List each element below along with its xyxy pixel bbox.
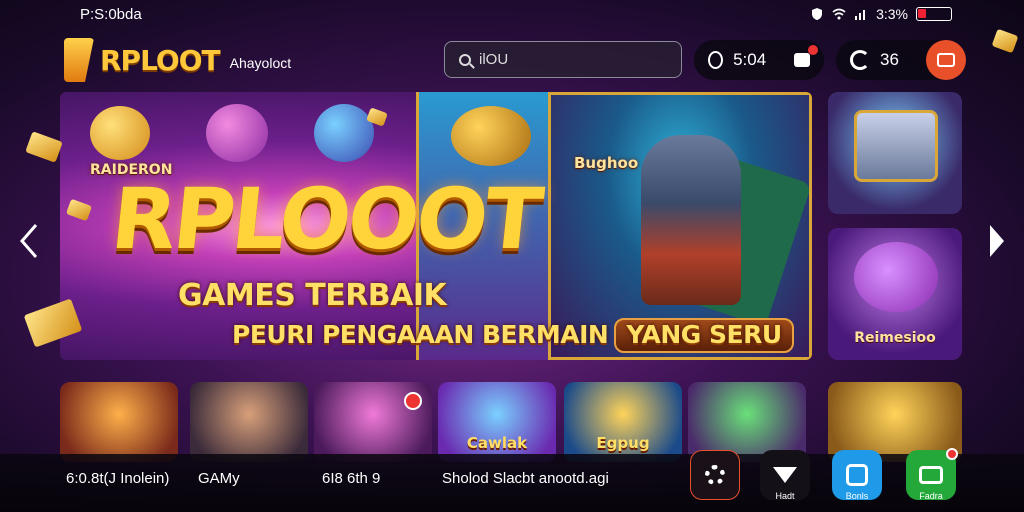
hero-banner[interactable]: RAIDERON Bughoo RPLOOOT GAMES TERBAIK PE… — [60, 92, 812, 360]
play-caption: Hadt — [775, 491, 795, 501]
bottom-text[interactable]: 6I8 6th 9 — [322, 470, 380, 487]
status-time: P:S:0bda — [80, 6, 142, 23]
gold-bar-icon — [991, 28, 1019, 54]
game-tile[interactable]: Cawlak — [438, 382, 556, 462]
side-card-treasure[interactable] — [828, 92, 962, 214]
battery-icon — [916, 7, 952, 21]
app-logo[interactable]: RPLOOT Ahayoloct — [64, 38, 291, 82]
refresh-count: 36 — [880, 50, 899, 69]
logo-subtitle: Ahayoloct — [229, 55, 292, 71]
bottom-text[interactable]: GAMy — [198, 470, 240, 487]
coin-icon — [708, 51, 724, 69]
logo-text: RPLOOT — [100, 43, 221, 77]
gear-icon — [705, 465, 725, 485]
search-input[interactable]: ilOU — [444, 41, 682, 78]
game-tile-art — [60, 382, 178, 462]
wifi-icon — [832, 7, 846, 21]
coins-value: 5:04 — [733, 50, 767, 69]
play-icon — [773, 467, 797, 483]
status-bar: P:S:0bda 3:3% — [0, 0, 1024, 28]
bottom-text[interactable]: 6:0.8t(J Inolein) — [66, 470, 169, 487]
purple-creature-token — [206, 104, 268, 162]
refresh-icon — [850, 50, 870, 70]
carousel-next-button[interactable] — [986, 222, 1008, 260]
golden-helmet-token — [451, 106, 531, 166]
carousel-prev-button[interactable] — [18, 222, 40, 260]
purple-creature-icon — [854, 242, 938, 312]
banner-title: RPLOOOT — [106, 170, 545, 268]
banner-tagline-highlight: YANG SERU — [614, 318, 794, 353]
blue-orb-token — [314, 104, 374, 162]
gold-bar-icon — [65, 198, 93, 222]
media-caption: Fadra — [919, 491, 943, 501]
game-tile[interactable] — [190, 382, 308, 462]
side-card-creature[interactable]: Reimesioo — [828, 228, 962, 360]
coins-wallet[interactable]: 5:04 — [694, 40, 824, 80]
gold-bar-icon — [25, 131, 63, 163]
shield-icon — [810, 7, 824, 21]
game-tile[interactable] — [60, 382, 178, 462]
game-tile-caption: Egpug — [596, 434, 650, 452]
camera-icon — [937, 53, 955, 67]
camera-button[interactable] — [926, 40, 966, 80]
notification-badge — [946, 448, 958, 460]
game-tile[interactable] — [314, 382, 432, 462]
logo-mark-icon — [64, 38, 94, 82]
battery-percent: 3:3% — [876, 6, 908, 22]
game-tile-caption: Cawlak — [466, 434, 528, 452]
notification-dot — [808, 45, 818, 55]
banner-subtitle: GAMES TERBAIK — [178, 278, 447, 313]
banner-label-right: Bughoo — [574, 154, 639, 172]
chest-icon[interactable] — [794, 45, 818, 67]
banner-tagline: PEURI PENGAAAN BERMAIN YANG SERU — [232, 318, 794, 353]
game-tile[interactable]: Egpug — [564, 382, 682, 462]
banner-tagline-main: PEURI PENGAAAN BERMAIN — [232, 320, 609, 349]
grid-icon — [846, 464, 868, 486]
settings-button[interactable] — [690, 450, 740, 500]
signal-icon — [854, 7, 868, 21]
hero-character — [641, 135, 741, 305]
side-card-label: Reimesioo — [854, 330, 936, 346]
game-tile-art — [190, 382, 308, 462]
notification-badge — [404, 392, 422, 410]
gold-nugget-token — [90, 106, 150, 160]
treasure-chest-icon — [854, 110, 938, 182]
search-placeholder: ilOU — [479, 51, 509, 68]
status-icons: 3:3% — [810, 6, 952, 22]
camera-icon — [919, 466, 943, 484]
bonus-caption: Bonls — [845, 491, 869, 501]
search-icon — [459, 53, 471, 66]
bottom-text[interactable]: Sholod Slacbt anootd.agi — [442, 470, 609, 487]
